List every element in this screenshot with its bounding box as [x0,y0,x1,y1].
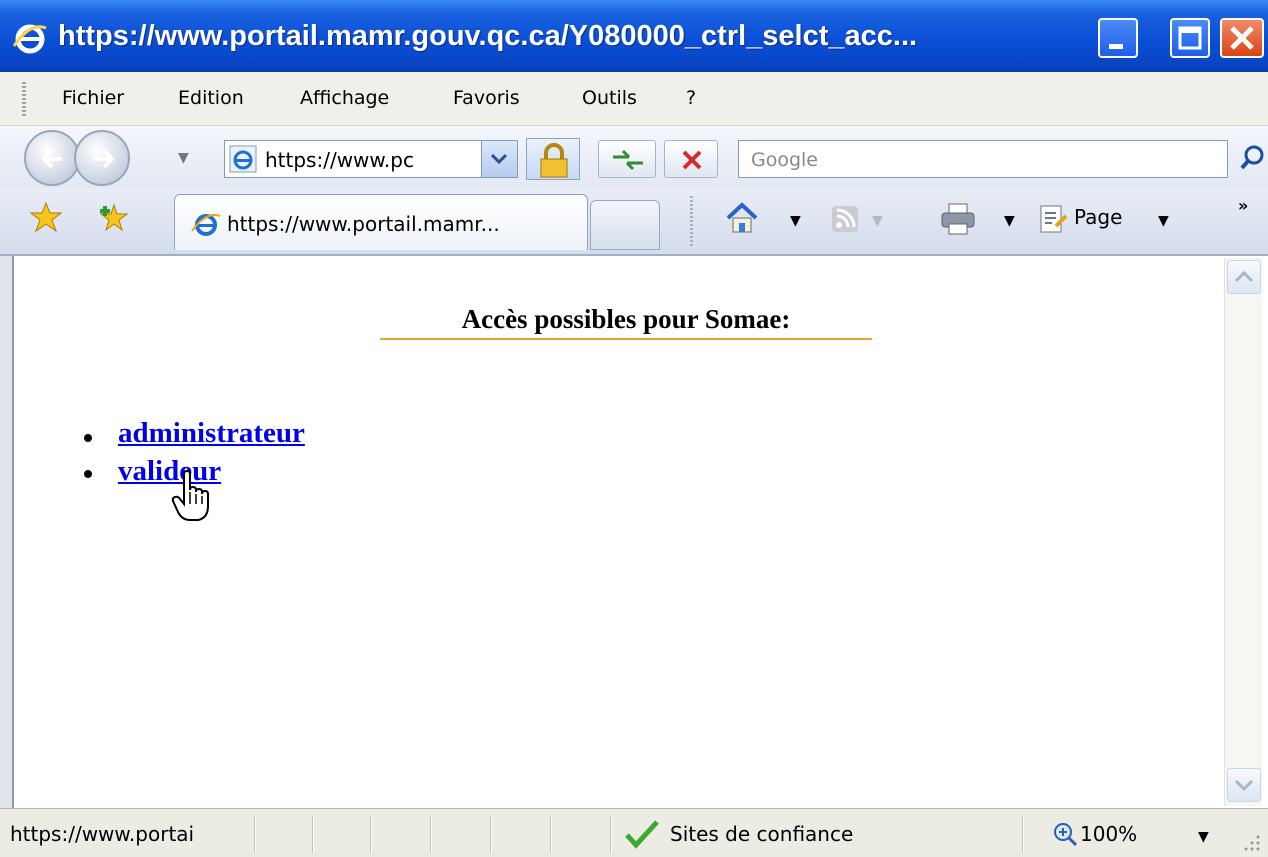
resize-grip-icon[interactable] [1240,831,1262,853]
arrow-left-icon [41,149,62,169]
lock-icon [540,143,568,178]
home-icon[interactable] [722,198,762,238]
menu-help[interactable]: ? [686,85,696,111]
menu-favoris[interactable]: Favoris [453,85,520,111]
chevron-down-icon [490,153,508,165]
address-dropdown-button[interactable] [481,141,517,177]
vertical-scrollbar[interactable] [1224,258,1262,806]
search-input[interactable]: Google [751,147,818,173]
scroll-down-button[interactable] [1227,768,1261,802]
minimize-icon [1109,44,1123,49]
minimize-button[interactable] [1098,18,1138,58]
menu-fichier[interactable]: Fichier [62,85,124,111]
page-icon[interactable] [1036,202,1070,236]
feeds-dropdown[interactable]: ▼ [872,208,883,234]
ie-page-icon [229,145,257,173]
tab-current[interactable]: https://www.portail.mamr... [174,194,588,250]
list-bullet [84,470,92,478]
add-favorites-icon[interactable] [96,200,132,236]
back-button[interactable] [24,130,80,186]
hand-cursor-icon [171,470,209,521]
status-divider [610,815,612,853]
search-icon[interactable] [1232,140,1268,178]
stop-icon [682,150,702,170]
page-content [16,258,1224,806]
checkmark-icon [625,820,659,849]
status-divider [430,815,432,853]
page-heading: Accès possibles pour Somae: [380,300,872,340]
address-input[interactable]: https://www.pc [265,147,463,173]
menu-bar: Fichier Edition Affichage Favoris Outils… [0,72,1268,126]
menu-grip [22,82,26,116]
zoom-icon [1054,823,1078,847]
title-bar: https://www.portail.mamr.gouv.qc.ca/Y080… [0,0,1268,72]
tab-bar: https://www.portail.mamr... ▼ ▼ ▼ Page ▼… [0,188,1268,256]
page-menu-dropdown[interactable]: ▼ [1158,208,1169,234]
arrow-right-icon [94,149,115,169]
window-title: https://www.portail.mamr.gouv.qc.ca/Y080… [58,20,918,52]
maximize-button[interactable] [1170,18,1210,58]
frame-border [0,256,14,808]
security-lock-button[interactable] [526,138,580,180]
tab-label: https://www.portail.mamr... [227,212,500,236]
maximize-icon [1178,26,1202,50]
menu-edition[interactable]: Edition [178,85,244,111]
status-divider [312,815,314,853]
list-bullet [84,434,92,442]
status-divider [1022,815,1024,853]
stop-button[interactable] [664,140,718,178]
status-divider [490,815,492,853]
refresh-icon [613,149,643,171]
rss-feeds-icon[interactable] [830,204,860,234]
home-dropdown[interactable]: ▼ [790,208,801,234]
menu-outils[interactable]: Outils [582,85,637,111]
status-divider [370,815,372,853]
status-url: https://www.portai [10,822,195,846]
menu-affichage[interactable]: Affichage [300,85,389,111]
print-dropdown[interactable]: ▼ [1004,208,1015,234]
status-divider [254,815,256,853]
close-button[interactable] [1220,18,1264,58]
status-bar: https://www.portai Sites de confiance 10… [0,808,1268,857]
status-divider [550,815,552,853]
navigation-bar: ▼ https://www.pc Google [0,126,1268,188]
zoom-dropdown[interactable]: ▼ [1198,829,1209,845]
security-zone[interactable]: Sites de confiance [670,821,853,847]
search-box[interactable]: Google [738,140,1228,178]
more-commands-chevron[interactable]: » [1238,196,1248,215]
ie-logo-icon [12,24,47,54]
toolbar-separator [690,196,693,246]
new-tab-button[interactable] [590,200,660,250]
refresh-button[interactable] [598,140,656,178]
chevron-down-icon [1234,779,1254,792]
forward-button[interactable] [74,130,130,186]
link-administrateur[interactable]: administrateur [118,416,305,450]
recent-pages-dropdown[interactable]: ▼ [178,150,189,166]
ie-logo-icon [191,214,221,236]
close-icon [1230,26,1254,50]
zoom-level[interactable]: 100% [1080,821,1137,847]
address-bar[interactable]: https://www.pc [224,140,518,178]
print-icon[interactable] [938,200,978,238]
favorites-star-icon[interactable] [28,200,64,236]
chevron-up-icon [1234,270,1254,283]
scroll-up-button[interactable] [1227,260,1261,294]
page-menu-button[interactable]: Page [1074,204,1122,230]
